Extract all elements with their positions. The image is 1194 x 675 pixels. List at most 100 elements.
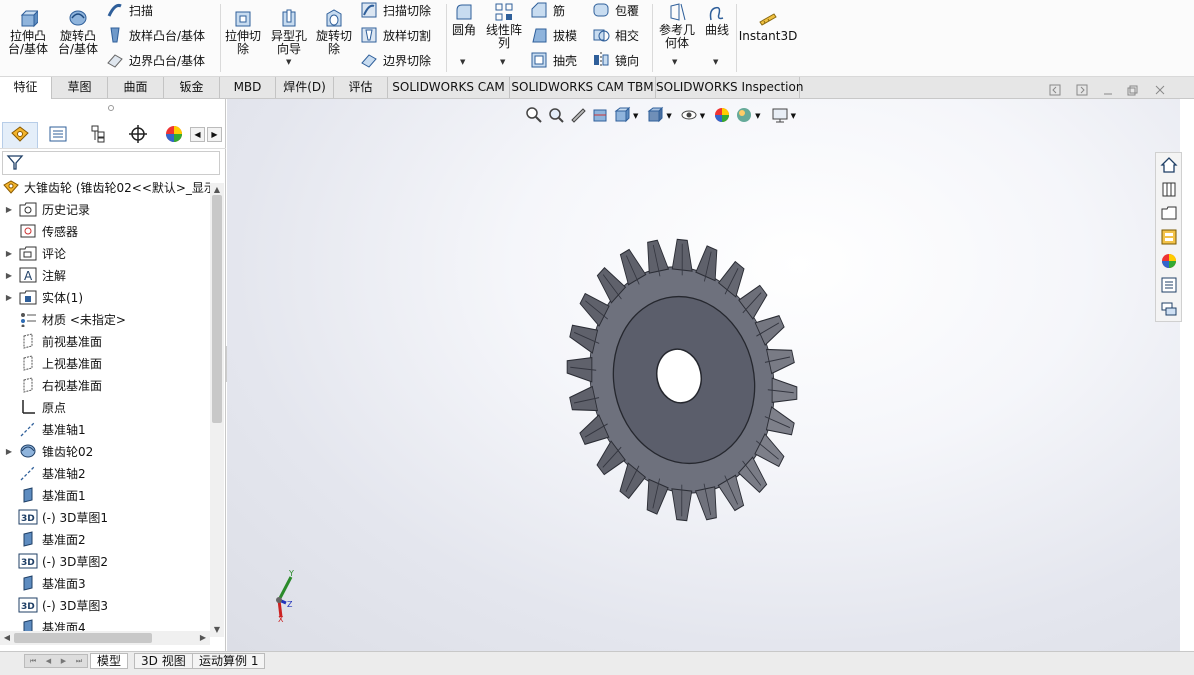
custom-properties-icon[interactable] xyxy=(1159,275,1179,295)
tab-surfaces[interactable]: 曲面 xyxy=(108,77,164,98)
tab-mbd[interactable]: MBD xyxy=(220,77,276,98)
tab-solidworks-cam-tbm[interactable]: SOLIDWORKS CAM TBM xyxy=(510,77,656,98)
extrude-boss-button[interactable]: 拉伸凸 台/基体 xyxy=(6,8,50,56)
tree-item[interactable]: 基准轴2 xyxy=(0,462,210,484)
tree-item[interactable]: 右视基准面 xyxy=(0,374,210,396)
tree-item[interactable]: 3D (-) 3D草图1 xyxy=(0,506,210,528)
tree-item[interactable]: 传感器 xyxy=(0,220,210,242)
tree-item[interactable]: 基准面1 xyxy=(0,484,210,506)
expand-arrow-icon[interactable]: ▶ xyxy=(0,293,18,302)
bevel-gear-model[interactable] xyxy=(227,99,1180,651)
last-tab-icon[interactable]: ⏭ xyxy=(76,657,82,666)
design-library-icon[interactable] xyxy=(1159,179,1179,199)
tab-model[interactable]: 模型 xyxy=(90,653,129,669)
tree-item[interactable]: 材质 <未指定> xyxy=(0,308,210,330)
instant3d-button[interactable]: Instant3D xyxy=(739,8,797,43)
boundary-boss-button[interactable]: 边界凸台/基体 xyxy=(106,50,205,70)
tab-sheet-metal[interactable]: 钣金 xyxy=(164,77,220,98)
expand-arrow-icon[interactable]: ▶ xyxy=(0,271,18,280)
extrude-cut-button[interactable]: 拉伸切 除 xyxy=(223,8,263,56)
tree-item[interactable]: 基准面2 xyxy=(0,528,210,550)
panel-grip-icon[interactable] xyxy=(108,105,114,111)
loft-boss-button[interactable]: 放样凸台/基体 xyxy=(106,25,205,45)
wrap-button[interactable]: 包覆 xyxy=(592,0,639,20)
tree-item[interactable]: 上视基准面 xyxy=(0,352,210,374)
revolve-boss-button[interactable]: 旋转凸 台/基体 xyxy=(56,8,100,56)
curves-dropdown-icon[interactable]: ▼ xyxy=(713,58,718,66)
tree-item[interactable]: 基准面3 xyxy=(0,572,210,594)
tree-item[interactable]: ▶ 评论 xyxy=(0,242,210,264)
tree-item[interactable]: ▶ A 注解 xyxy=(0,264,210,286)
revolve-cut-button[interactable]: 旋转切 除 xyxy=(314,8,354,56)
scroll-down-icon[interactable]: ▼ xyxy=(210,623,224,637)
boundary-cut-button[interactable]: 边界切除 xyxy=(360,50,431,70)
curves-button[interactable]: 曲线 xyxy=(702,2,732,37)
shell-button[interactable]: 抽壳 xyxy=(530,50,577,70)
dimxpert-manager-tab[interactable] xyxy=(120,122,156,148)
hscroll-thumb[interactable] xyxy=(14,633,152,643)
tab-solidworks-inspection[interactable]: SOLIDWORKS Inspection xyxy=(656,77,803,98)
tree-item[interactable]: 前视基准面 xyxy=(0,330,210,352)
tree-item[interactable]: 3D (-) 3D草图3 xyxy=(0,594,210,616)
panel-tabs-right-arrow-icon[interactable]: ▶ xyxy=(207,127,222,142)
tree-vertical-scrollbar[interactable]: ▲ ▼ xyxy=(210,183,224,637)
appearances-scenes-icon[interactable] xyxy=(1159,251,1179,271)
tree-root-part[interactable]: 大锥齿轮 (锥齿轮02<<默认>_显示 xyxy=(0,176,210,198)
tile-right-icon[interactable] xyxy=(1076,84,1088,99)
tab-3d-view[interactable]: 3D 视图 xyxy=(134,653,193,669)
tree-item[interactable]: ▶ 锥齿轮02 xyxy=(0,440,210,462)
swept-cut-button[interactable]: 扫描切除 xyxy=(360,0,431,20)
forum-icon[interactable] xyxy=(1159,299,1179,319)
expand-arrow-icon[interactable]: ▶ xyxy=(0,447,18,456)
fillet-button[interactable]: 圆角 xyxy=(448,2,480,37)
reference-geometry-dropdown-icon[interactable]: ▼ xyxy=(672,58,677,66)
tree-item[interactable]: 原点 xyxy=(0,396,210,418)
scroll-thumb[interactable] xyxy=(212,195,222,423)
mirror-button[interactable]: 镜向 xyxy=(592,50,639,70)
tab-solidworks-cam[interactable]: SOLIDWORKS CAM xyxy=(388,77,510,98)
restore-icon[interactable] xyxy=(1126,84,1138,99)
panel-tabs-left-arrow-icon[interactable]: ◀ xyxy=(190,127,205,142)
next-tab-icon[interactable]: ▶ xyxy=(61,657,66,665)
tab-features[interactable]: 特征 xyxy=(0,77,52,99)
tree-filter-box[interactable] xyxy=(2,151,220,175)
scroll-left-icon[interactable]: ◀ xyxy=(0,631,14,645)
hole-wizard-dropdown-icon[interactable]: ▼ xyxy=(286,58,291,66)
first-tab-icon[interactable]: ⏮ xyxy=(30,657,36,666)
intersect-button[interactable]: 相交 xyxy=(592,25,639,45)
fillet-dropdown-icon[interactable]: ▼ xyxy=(460,58,465,66)
tab-sketch[interactable]: 草图 xyxy=(52,77,108,98)
prev-tab-icon[interactable]: ◀ xyxy=(46,657,51,665)
tab-evaluate[interactable]: 评估 xyxy=(334,77,388,98)
lofted-cut-button[interactable]: 放样切割 xyxy=(360,25,431,45)
rib-button[interactable]: 筋 xyxy=(530,0,565,20)
scroll-right-icon[interactable]: ▶ xyxy=(196,631,210,645)
tree-item[interactable]: ▶ 历史记录 xyxy=(0,198,210,220)
minimize-icon[interactable] xyxy=(1102,84,1114,99)
expand-arrow-icon[interactable]: ▶ xyxy=(0,205,18,214)
linear-pattern-button[interactable]: 线性阵 列 xyxy=(484,2,524,50)
property-manager-tab[interactable] xyxy=(40,122,76,148)
tree-horizontal-scrollbar[interactable]: ◀ ▶ xyxy=(0,631,210,645)
tree-item[interactable]: 3D (-) 3D草图2 xyxy=(0,550,210,572)
close-icon[interactable] xyxy=(1154,84,1166,99)
graphics-area[interactable]: ▼ ▼ ▼ ▼ ▼ Y Z X xyxy=(227,99,1180,651)
file-explorer-icon[interactable] xyxy=(1159,203,1179,223)
solidworks-resources-home-icon[interactable] xyxy=(1159,155,1179,175)
draft-button[interactable]: 拔模 xyxy=(530,25,577,45)
view-palette-icon[interactable] xyxy=(1159,227,1179,247)
sweep-button[interactable]: 扫描 xyxy=(106,0,153,20)
tab-weldments[interactable]: 焊件(D) xyxy=(276,77,334,98)
linear-pattern-dropdown-icon[interactable]: ▼ xyxy=(500,58,505,66)
feature-manager-tab[interactable] xyxy=(2,122,38,148)
hole-wizard-button[interactable]: 异型孔 向导 xyxy=(268,8,310,56)
reference-geometry-button[interactable]: 参考几 何体 xyxy=(656,2,698,50)
tab-motion-study-1[interactable]: 运动算例 1 xyxy=(192,653,266,669)
expand-arrow-icon[interactable]: ▶ xyxy=(0,249,18,258)
tree-item[interactable]: ▶ 实体(1) xyxy=(0,286,210,308)
configuration-manager-tab[interactable] xyxy=(80,122,116,148)
tree-item[interactable]: 基准轴1 xyxy=(0,418,210,440)
tab-scroll-arrows[interactable]: ⏮ ◀ ▶ ⏭ xyxy=(24,654,88,668)
display-manager-tab[interactable] xyxy=(160,122,188,148)
tile-left-icon[interactable] xyxy=(1049,84,1061,99)
